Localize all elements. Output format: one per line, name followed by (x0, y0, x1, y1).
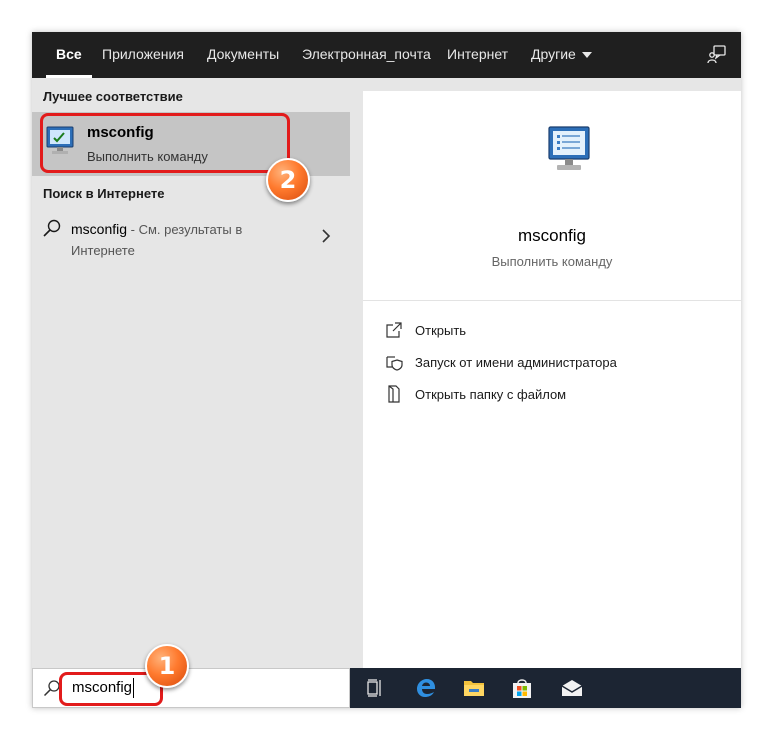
web-result-query: msconfig (71, 221, 128, 237)
tab-more-label: Другие (531, 46, 576, 62)
tab-all[interactable]: Все (46, 32, 92, 78)
open-icon (386, 322, 402, 338)
action-open-label: Открыть (415, 323, 467, 338)
tab-documents[interactable]: Документы (207, 32, 279, 78)
action-run-as-admin-label: Запуск от имени администратора (415, 355, 617, 370)
web-result-item[interactable]: msconfig - См. результаты в Интернете (32, 208, 350, 268)
preview-title: msconfig (517, 226, 587, 245)
highlight-frame-best-match (40, 113, 290, 173)
shield-icon (386, 356, 403, 371)
tab-apps[interactable]: Приложения (102, 32, 184, 78)
web-result-text: msconfig - См. результаты в Интернете (71, 219, 301, 261)
search-window: Все Приложения Документы Электронная_поч… (32, 32, 741, 708)
step-marker-1: 1 (145, 644, 189, 688)
file-explorer-icon[interactable] (462, 677, 486, 699)
search-icon (43, 219, 61, 237)
tab-more[interactable]: Другие (531, 32, 592, 78)
system-config-large-icon (548, 126, 590, 170)
tab-internet[interactable]: Интернет (447, 32, 508, 78)
web-search-heading: Поиск в Интернете (43, 186, 165, 201)
preview-subtitle: Выполнить команду (491, 254, 613, 269)
edge-browser-icon[interactable] (414, 677, 438, 699)
tab-email[interactable]: Электронная_почта (302, 32, 431, 78)
divider (363, 300, 741, 301)
taskbar (350, 668, 741, 708)
store-icon[interactable] (510, 677, 534, 699)
chevron-down-icon (581, 52, 592, 59)
feedback-icon[interactable] (707, 44, 727, 64)
step-marker-2: 2 (266, 158, 310, 202)
task-view-icon[interactable] (366, 677, 390, 699)
best-match-heading: Лучшее соответствие (43, 89, 183, 104)
folder-file-icon (388, 385, 400, 403)
chevron-right-icon[interactable] (320, 228, 332, 244)
preview-pane: msconfig Выполнить команду Открыть Запус… (363, 91, 741, 668)
search-tabs-bar: Все Приложения Документы Электронная_поч… (32, 32, 741, 78)
mail-icon[interactable] (560, 677, 584, 699)
action-open-file-location-label: Открыть папку с файлом (415, 387, 567, 402)
